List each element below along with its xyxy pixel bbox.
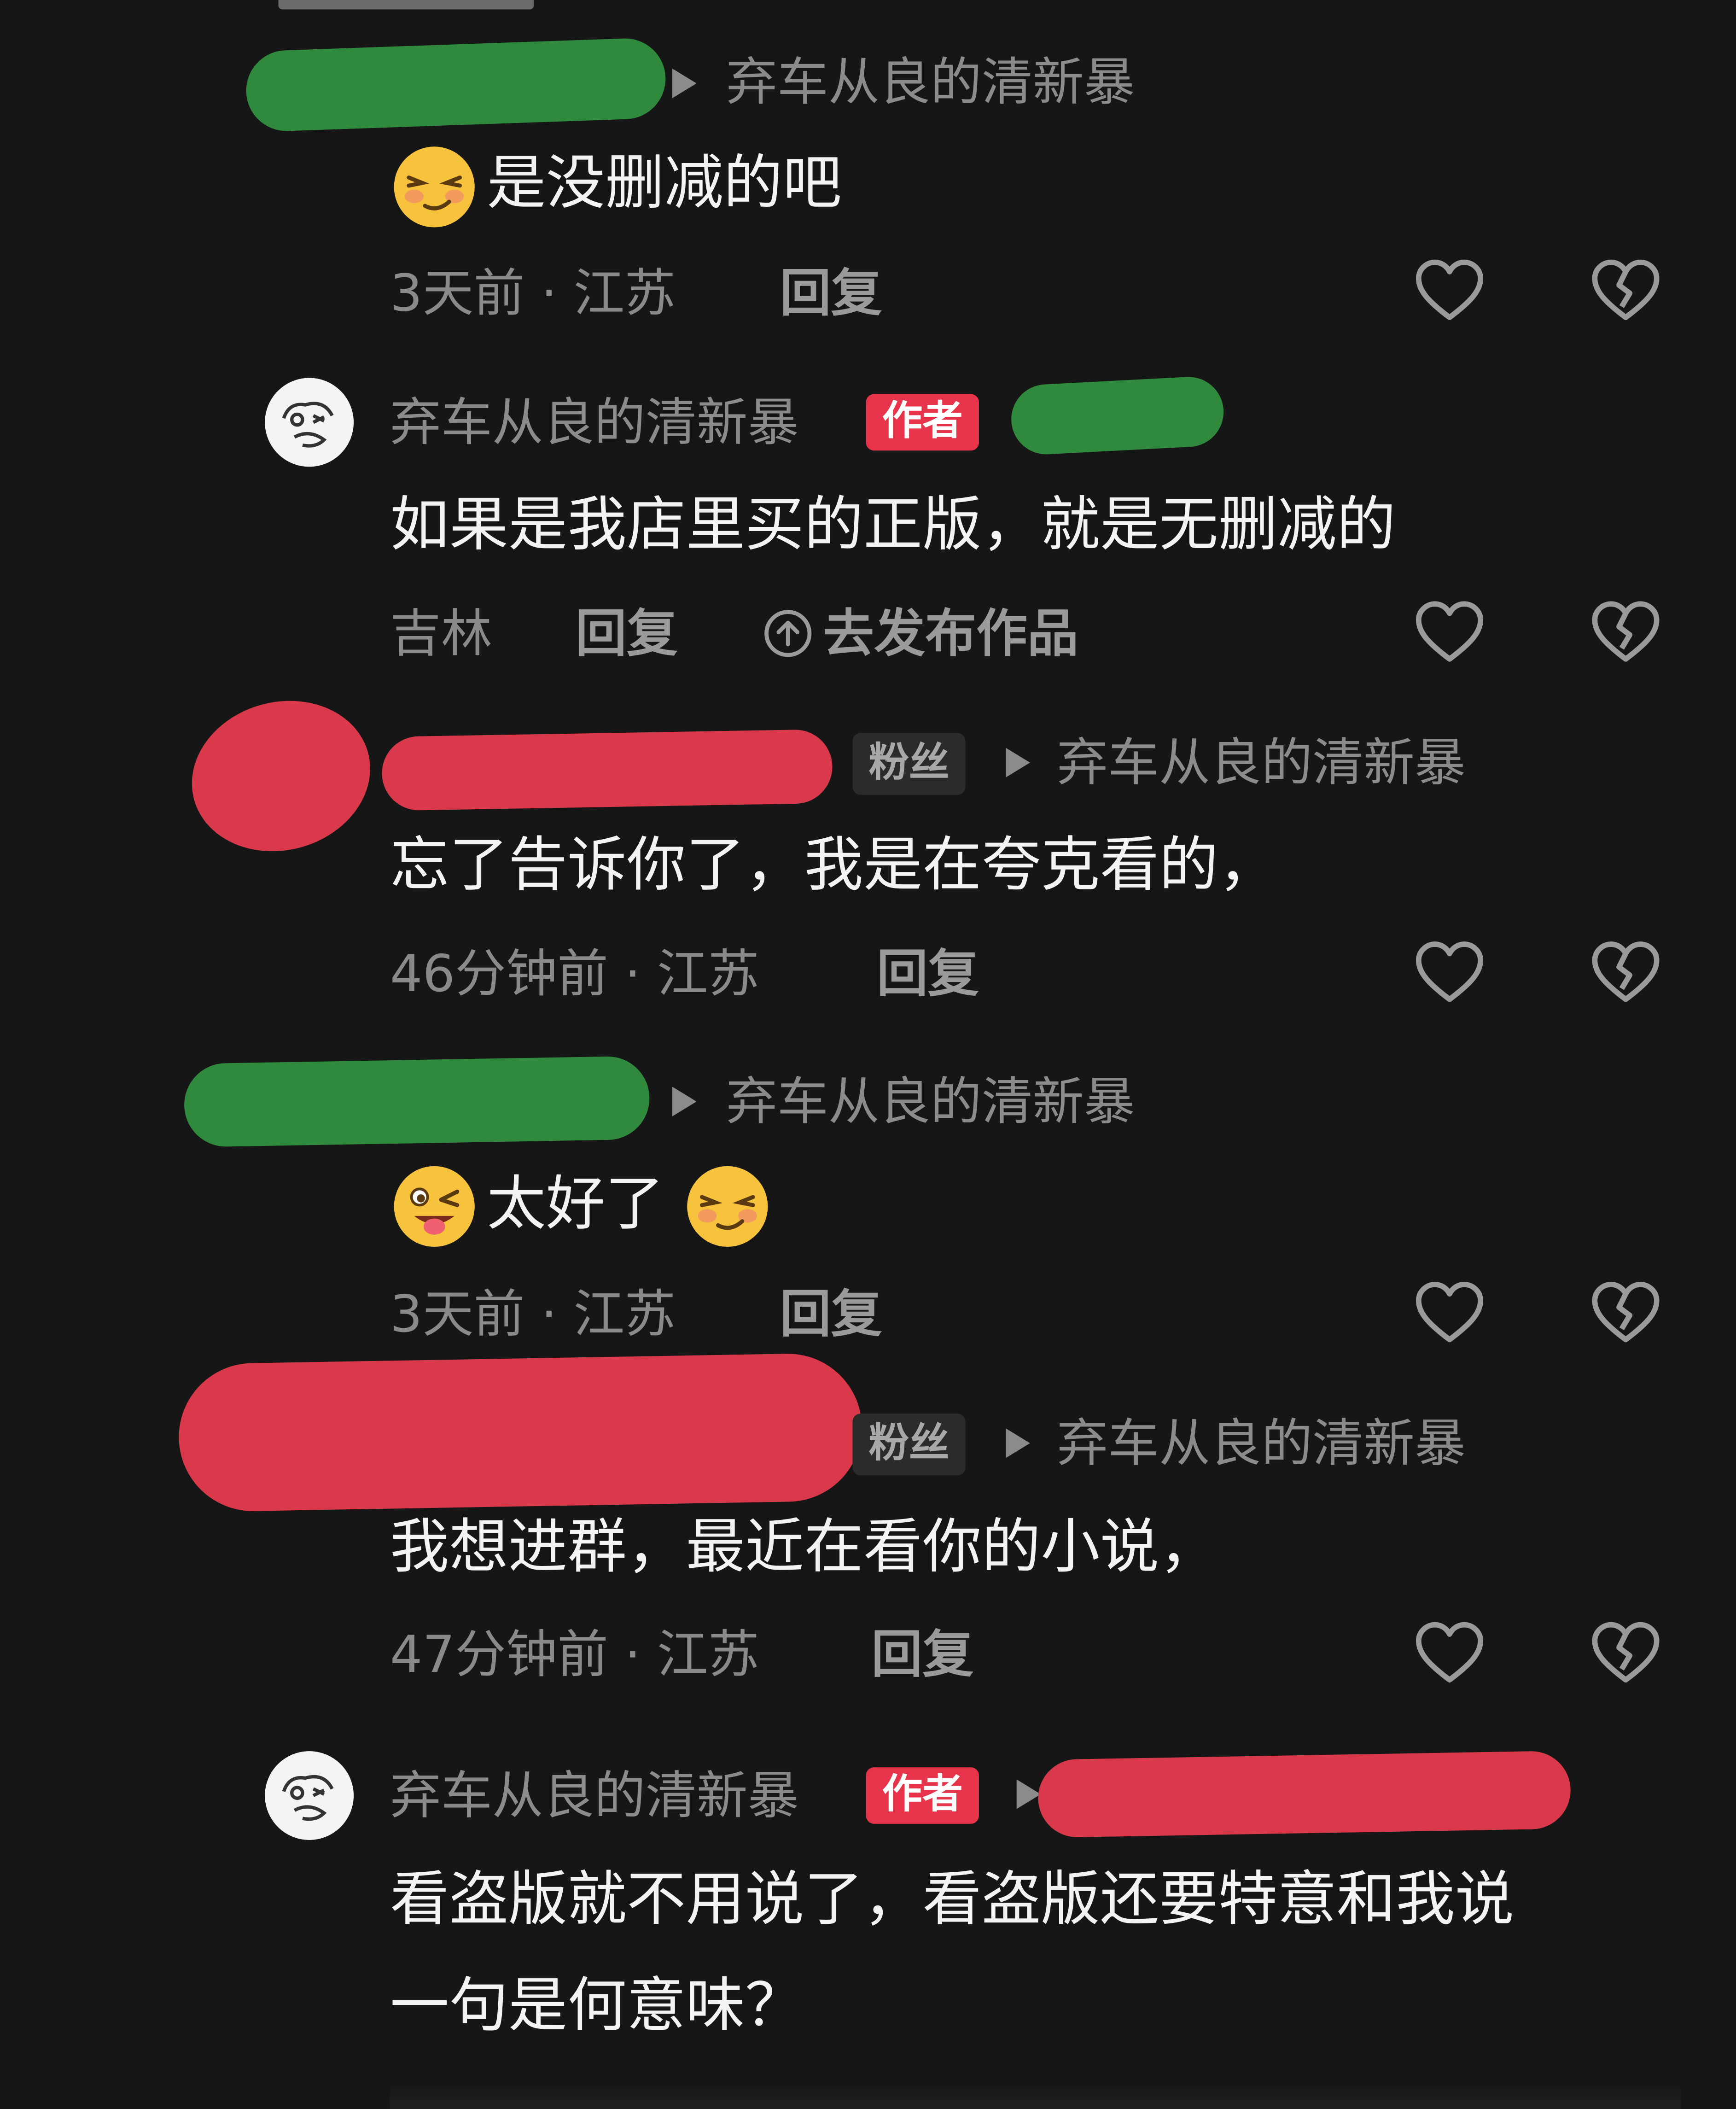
- comment-text: 是没删减的吧: [487, 149, 842, 218]
- comment-time: 46分钟前 · 江苏: [390, 944, 759, 1004]
- author-badge: 作者: [866, 394, 979, 451]
- redacted-username: [1009, 375, 1226, 456]
- comment-text: 我想进群，最近在看你的小说，: [390, 1513, 1218, 1582]
- reply-to-name[interactable]: 弃车从良的清新暴: [726, 1076, 1135, 1127]
- avatar[interactable]: [265, 378, 354, 467]
- reply-button[interactable]: 回复: [780, 1289, 882, 1340]
- wink-tongue-emoji: [393, 1165, 476, 1248]
- author-badge: 作者: [866, 1767, 979, 1824]
- smirk-emoji: [393, 145, 476, 228]
- broken-heart-icon[interactable]: [1591, 600, 1661, 664]
- reply-arrow-icon: [1006, 1428, 1030, 1458]
- reply-arrow-icon: [672, 68, 697, 99]
- redacted-username: [1037, 1750, 1572, 1838]
- publish-work-link[interactable]: 去发布作品: [823, 608, 1078, 659]
- comment-text-line-2: 一句是何意味？: [390, 1972, 804, 2040]
- comment-text: 太好了: [487, 1170, 664, 1239]
- fan-badge: 粉丝: [852, 733, 966, 795]
- heart-outline-icon[interactable]: [1415, 258, 1485, 323]
- broken-heart-icon[interactable]: [1591, 940, 1661, 1005]
- scroll-indicator: [278, 0, 534, 10]
- avatar[interactable]: [265, 1751, 354, 1840]
- comment-time: 3天前 · 江苏: [390, 263, 676, 323]
- comment-text: 忘了告诉你了，我是在夸克看的，: [390, 831, 1278, 900]
- upload-circle-icon[interactable]: [763, 608, 814, 659]
- comment-time: 47分钟前 · 江苏: [390, 1624, 759, 1684]
- comment-location: 吉林: [390, 604, 492, 663]
- redacted-username: [183, 1056, 650, 1147]
- reply-arrow-icon: [1006, 748, 1030, 777]
- heart-outline-icon[interactable]: [1415, 1280, 1485, 1345]
- reply-arrow-icon: [1016, 1779, 1041, 1809]
- reply-to-name[interactable]: 弃车从良的清新暴: [1057, 737, 1466, 788]
- fan-badge: 粉丝: [852, 1414, 966, 1476]
- redacted-avatar: [175, 681, 387, 871]
- broken-heart-icon[interactable]: [1591, 258, 1661, 323]
- heart-outline-icon[interactable]: [1415, 1621, 1485, 1685]
- heart-outline-icon[interactable]: [1415, 940, 1485, 1005]
- broken-heart-icon[interactable]: [1591, 1280, 1661, 1345]
- reply-arrow-icon: [672, 1087, 697, 1116]
- reply-to-name[interactable]: 弃车从良的清新暴: [726, 57, 1135, 108]
- author-name[interactable]: 弃车从良的清新暴: [390, 397, 799, 448]
- broken-heart-icon[interactable]: [1591, 1621, 1661, 1685]
- heart-outline-icon[interactable]: [1415, 600, 1485, 664]
- author-name[interactable]: 弃车从良的清新暴: [390, 1770, 799, 1821]
- comment-text: 如果是我店里买的正版，就是无删减的: [390, 491, 1396, 560]
- reply-button[interactable]: 回复: [576, 608, 678, 659]
- reply-to-name[interactable]: 弃车从良的清新暴: [1057, 1418, 1466, 1469]
- redacted-username: [245, 37, 667, 133]
- comment-thread: 弃车从良的清新暴 是没删减的吧 3天前 · 江苏 回复 弃车从良的清新暴 作者 …: [0, 0, 1736, 2109]
- reply-button[interactable]: 回复: [871, 1629, 973, 1680]
- comment-text-line-1: 看盗版就不用说了，看盗版还要特意和我说: [390, 1865, 1515, 1934]
- reply-button[interactable]: 回复: [780, 268, 882, 319]
- redacted-username: [381, 729, 833, 811]
- smirk-emoji: [686, 1165, 769, 1248]
- comment-time: 3天前 · 江苏: [390, 1284, 676, 1344]
- reply-button[interactable]: 回复: [877, 948, 979, 999]
- redacted-username: [177, 1352, 863, 1513]
- next-meta-row-cutoff: [390, 2082, 1681, 2109]
